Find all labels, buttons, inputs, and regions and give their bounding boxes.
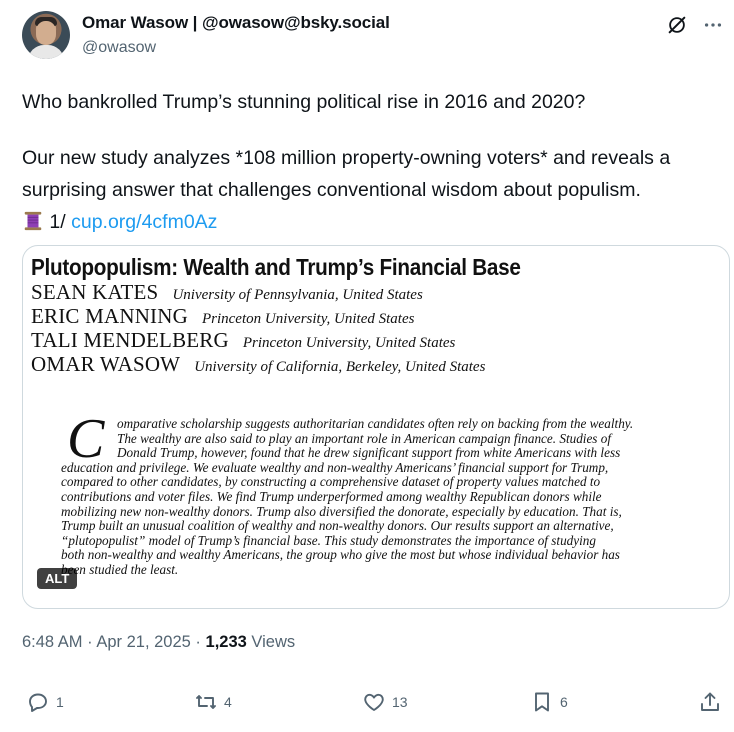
views-count: 1,233 — [205, 633, 247, 651]
tweet-text: Who bankrolled Trump’s stunning politica… — [22, 86, 730, 238]
tweet-time[interactable]: 6:48 AM — [22, 633, 83, 651]
tweet-meta: 6:48 AM · Apr 21, 2025 · 1,233 Views — [22, 633, 295, 652]
heart-icon — [364, 693, 384, 711]
tweet-date[interactable]: Apr 21, 2025 — [96, 633, 191, 651]
action-bar: 1 4 13 6 — [22, 690, 728, 726]
paper-title: Plutopopulism: Wealth and Trump’s Financ… — [31, 254, 521, 280]
like-count: 13 — [392, 694, 408, 710]
reply-icon — [29, 693, 47, 712]
repost-icon — [196, 695, 216, 709]
grok-icon[interactable] — [664, 12, 690, 38]
meta-separator: · — [87, 633, 93, 651]
tweet-line-2: Our new study analyzes *108 million prop… — [22, 147, 671, 201]
author-display-name[interactable]: Omar Wasow | @owasow@bsky.social — [82, 13, 390, 33]
meta-separator: · — [195, 633, 201, 651]
like-button[interactable]: 13 — [362, 690, 408, 714]
paper-link[interactable]: cup.org/4cfm0Az — [71, 211, 217, 233]
alt-text-button[interactable]: ALT — [37, 568, 78, 589]
top-icons — [664, 12, 726, 38]
repost-count: 4 — [224, 694, 232, 710]
repost-button[interactable]: 4 — [194, 690, 232, 714]
paper-author-2: ERIC MANNING Princeton University, United… — [31, 304, 415, 328]
tweet-line-1: Who bankrolled Trump’s stunning politica… — [22, 91, 586, 113]
bookmark-button[interactable]: 6 — [530, 690, 568, 714]
reply-count: 1 — [56, 694, 64, 710]
paper-author-3: TALI MENDELBERG Princeton University, Uni… — [31, 328, 456, 352]
thread-marker: 1/ — [49, 211, 66, 233]
avatar[interactable] — [22, 11, 70, 59]
bookmark-icon — [535, 692, 549, 712]
paper-abstract: omparative scholarship suggests authorit… — [61, 416, 634, 577]
share-button[interactable] — [698, 690, 722, 714]
share-icon — [701, 692, 719, 711]
paper-author-4: OMAR WASOW University of California, Berk… — [31, 352, 486, 376]
author-handle[interactable]: @owasow — [82, 39, 156, 57]
reply-button[interactable]: 1 — [26, 690, 64, 714]
paper-author-1: SEAN KATES University of Pennsylvania, Un… — [31, 280, 423, 304]
views-label: Views — [251, 633, 296, 651]
spool-emoji — [22, 211, 49, 233]
more-icon[interactable] — [700, 12, 726, 38]
paper-image-card[interactable]: Plutopopulism: Wealth and Trump’s Financ… — [22, 245, 730, 609]
bookmark-count: 6 — [560, 694, 568, 710]
